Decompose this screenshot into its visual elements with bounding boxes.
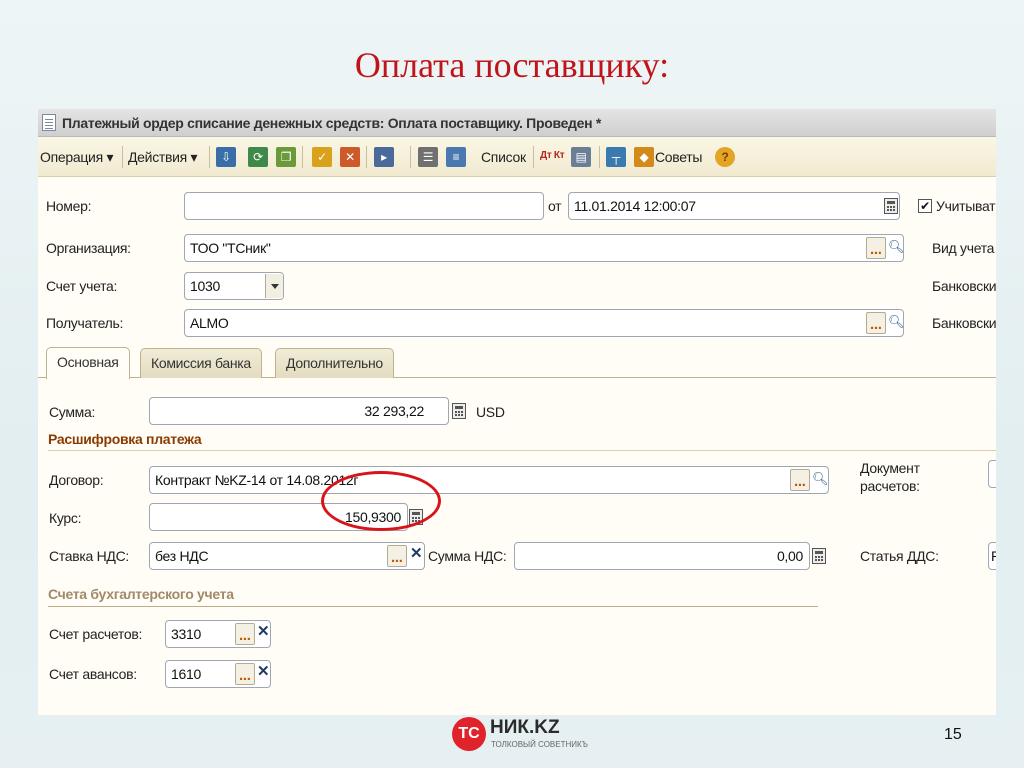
date-from-label: от [548, 198, 562, 214]
settlement-account-input[interactable]: 3310 [165, 620, 271, 648]
number-input[interactable] [184, 192, 544, 220]
cash-flow-input[interactable]: Р [988, 542, 996, 570]
section-divider [48, 606, 818, 607]
report-icon[interactable]: ▤ [571, 147, 591, 167]
logo-mark: ТС [452, 717, 486, 751]
organization-input[interactable]: ТОО "ТСник" [184, 234, 904, 262]
document-icon [42, 114, 56, 131]
tab-bank-commission[interactable]: Комиссия банка [140, 348, 262, 378]
organization-label: Организация: [46, 240, 131, 256]
clear-icon[interactable]: ✕ [257, 662, 270, 682]
tab-additional[interactable]: Дополнительно [275, 348, 394, 378]
calculator-icon[interactable] [812, 548, 826, 564]
consider-checkbox[interactable]: ✔ [918, 199, 932, 213]
toolbar-separator [410, 146, 411, 168]
vat-sum-label: Сумма НДС: [428, 548, 507, 564]
page-number: 15 [944, 726, 962, 743]
form-content: Номер: от 11.01.2014 12:00:07 ✔ Учитыват… [38, 178, 996, 715]
settlement-document-label-2: расчетов: [860, 478, 920, 494]
tips-icon[interactable]: ◆ [634, 147, 654, 167]
logo-tagline: ТОЛКОВЫЙ СОВЕТНИКЪ [491, 740, 588, 749]
calculator-icon[interactable] [452, 403, 466, 419]
sub-list-icon[interactable]: ≡ [446, 147, 466, 167]
contract-label: Договор: [49, 472, 104, 488]
copy-icon[interactable]: ❐ [276, 147, 296, 167]
calendar-icon[interactable] [884, 198, 898, 214]
number-label: Номер: [46, 198, 92, 214]
toolbar: Операция ▾ Действия ▾ ⇩ ⟳ ❐ ✓ ✕ ▸ ☰ ≡ Сп… [38, 137, 996, 177]
operation-menu[interactable]: Операция ▾ [40, 137, 113, 177]
chevron-down-icon[interactable] [265, 274, 283, 298]
organization-select-button[interactable]: ... [866, 237, 886, 259]
dt-kt-button[interactable]: Дт Кт [540, 150, 565, 170]
recipient-select-button[interactable]: ... [866, 312, 886, 334]
bank-account-label-2: Банковски [932, 315, 996, 331]
toolbar-separator [302, 146, 303, 168]
toolbar-separator [599, 146, 600, 168]
vat-rate-label: Ставка НДС: [49, 548, 129, 564]
unpost-document-icon[interactable]: ✕ [340, 147, 360, 167]
organization-search-icon[interactable]: 🔍︎ [888, 239, 905, 255]
structure-icon[interactable]: ☰ [418, 147, 438, 167]
settlement-account-label: Счет расчетов: [49, 626, 143, 642]
tab-main[interactable]: Основная [46, 347, 130, 379]
contract-input[interactable]: Контракт №KZ-14 от 14.08.2012г [149, 466, 829, 494]
section-divider [48, 450, 996, 451]
toolbar-separator [122, 146, 123, 168]
help-icon[interactable]: ? [715, 147, 735, 167]
window-titlebar: Платежный ордер списание денежных средст… [38, 109, 996, 137]
payment-decoding-title: Расшифровка платежа [48, 431, 202, 447]
rate-highlight-circle [321, 471, 441, 531]
logo-text: НИК.KZ [490, 717, 560, 738]
toolbar-separator [209, 146, 210, 168]
contract-search-icon[interactable]: 🔍︎ [812, 471, 829, 487]
clear-icon[interactable]: ✕ [257, 622, 270, 642]
actions-menu[interactable]: Действия ▾ [128, 137, 198, 177]
advance-account-select-button[interactable]: ... [235, 663, 255, 685]
rate-label: Курс: [49, 510, 82, 526]
recipient-input[interactable]: ALMO [184, 309, 904, 337]
bank-account-label: Банковски [932, 278, 996, 294]
consider-label: Учитыват [936, 198, 996, 214]
tips-button[interactable]: Советы [655, 137, 702, 177]
advance-account-input[interactable]: 1610 [165, 660, 271, 688]
account-label: Счет учета: [46, 278, 118, 294]
settlement-account-select-button[interactable]: ... [235, 623, 255, 645]
payment-order-window: Платежный ордер списание денежных средст… [38, 109, 996, 715]
cash-flow-label: Статья ДДС: [860, 548, 939, 564]
settlement-document-input[interactable] [988, 460, 996, 488]
hierarchy-icon[interactable]: ┬ [606, 147, 626, 167]
currency-label: USD [476, 404, 505, 420]
date-input[interactable]: 11.01.2014 12:00:07 [568, 192, 900, 220]
advance-account-label: Счет авансов: [49, 666, 137, 682]
post-document-icon[interactable]: ✓ [312, 147, 332, 167]
window-title: Платежный ордер списание денежных средст… [62, 115, 602, 131]
vat-rate-select-button[interactable]: ... [387, 545, 407, 567]
based-on-icon[interactable]: ▸ [374, 147, 394, 167]
contract-select-button[interactable]: ... [790, 469, 810, 491]
logo: ТС НИК.KZ ТОЛКОВЫЙ СОВЕТНИКЪ [452, 716, 588, 752]
vat-sum-input[interactable]: 0,00 [514, 542, 810, 570]
vat-rate-input[interactable]: без НДС [149, 542, 425, 570]
recipient-label: Получатель: [46, 315, 124, 331]
accounting-accounts-title: Счета бухгалтерского учета [48, 586, 234, 602]
settlement-document-label: Документ [860, 460, 920, 476]
toolbar-separator [533, 146, 534, 168]
refresh-icon[interactable]: ⟳ [248, 147, 268, 167]
slide-title: Оплата поставщику: [354, 45, 670, 85]
accounting-type-label: Вид учета [932, 240, 995, 256]
sum-label: Сумма: [49, 404, 96, 420]
toolbar-separator [366, 146, 367, 168]
post-and-close-icon[interactable]: ⇩ [216, 147, 236, 167]
clear-icon[interactable]: ✕ [410, 544, 423, 564]
list-button[interactable]: Список [481, 137, 526, 177]
sum-input[interactable]: 32 293,22 [149, 397, 449, 425]
recipient-search-icon[interactable]: 🔍︎ [888, 314, 905, 330]
